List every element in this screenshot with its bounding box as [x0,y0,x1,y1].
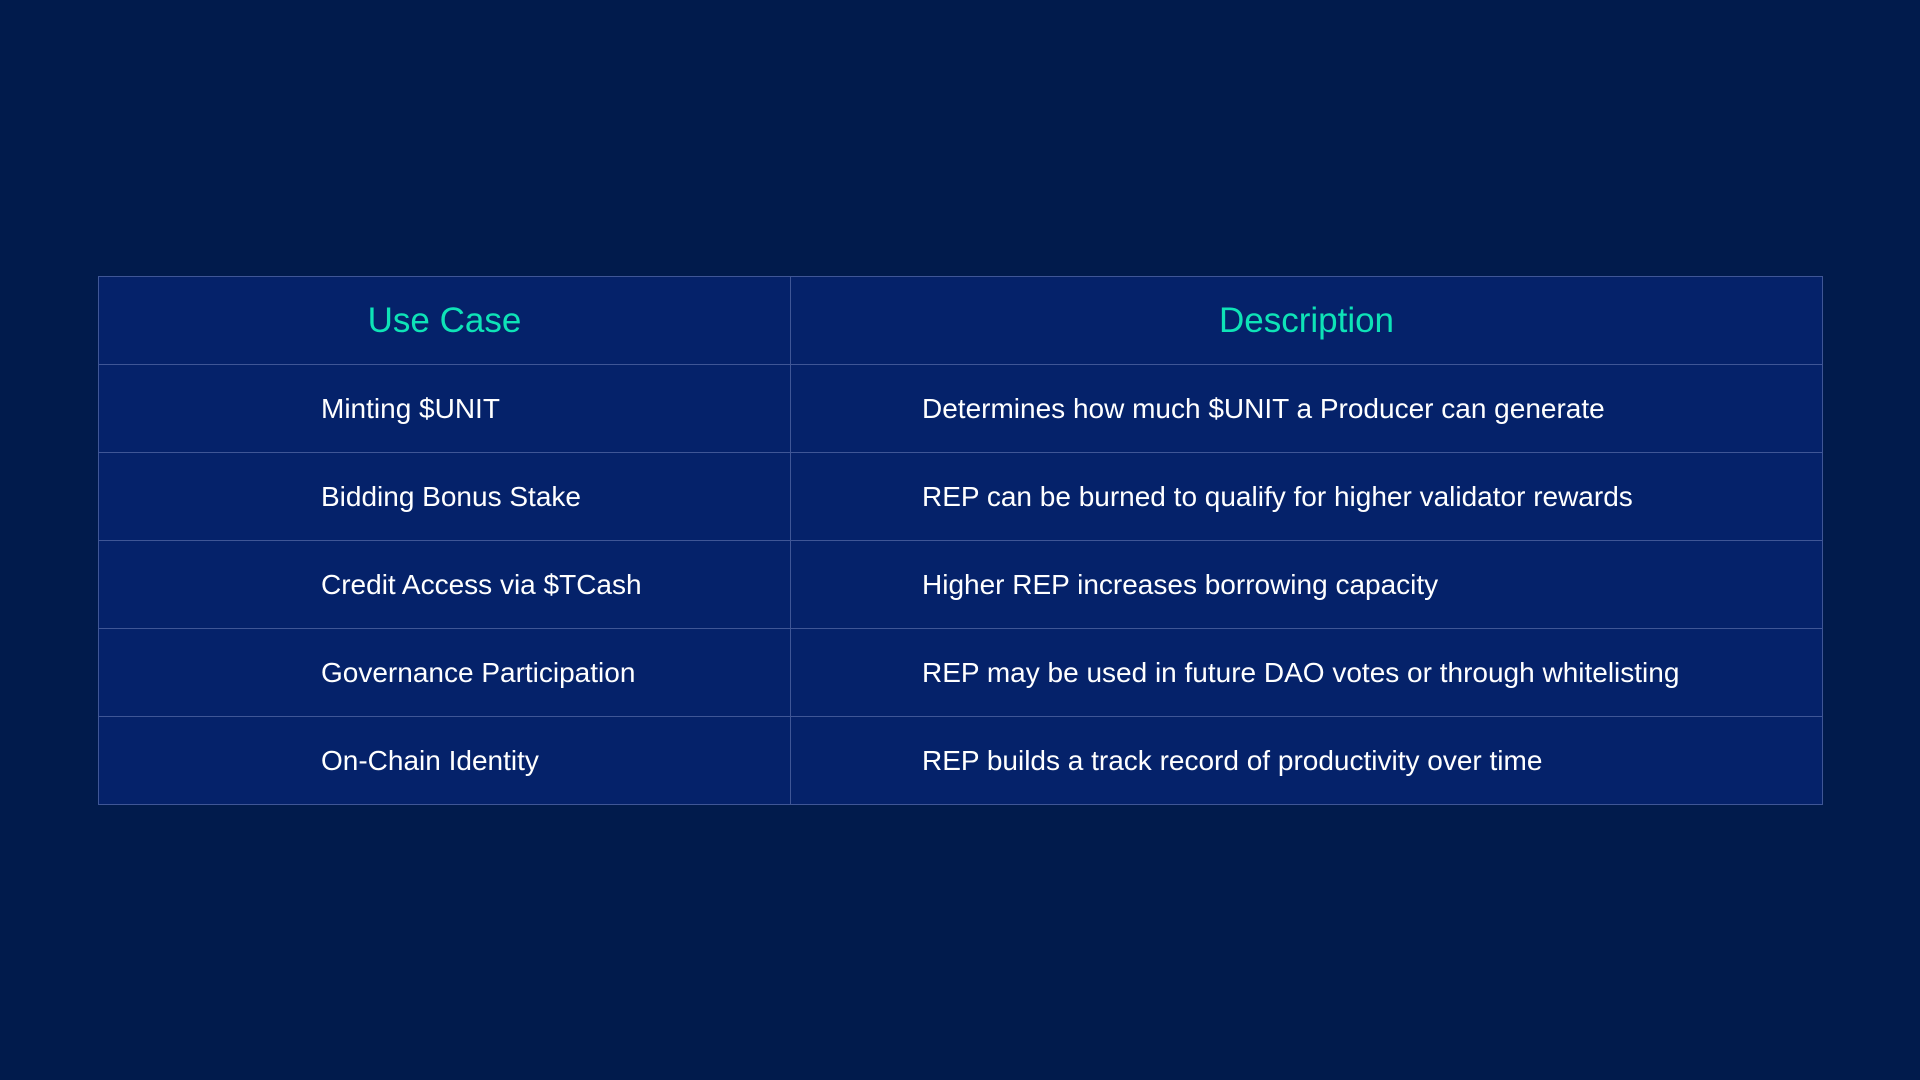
use-case-table: Use Case Description Minting $UNIT Deter… [98,276,1823,805]
use-case-cell: Credit Access via $TCash [98,540,791,629]
table-header-row: Use Case Description [98,276,1823,365]
description-cell: Determines how much $UNIT a Producer can… [790,364,1823,453]
description-cell: REP can be burned to qualify for higher … [790,452,1823,541]
use-case-cell: Bidding Bonus Stake [98,452,791,541]
table-row: On-Chain Identity REP builds a track rec… [98,716,1823,805]
column-header-description: Description [790,276,1823,365]
use-case-table-container: Use Case Description Minting $UNIT Deter… [98,276,1823,805]
use-case-cell: On-Chain Identity [98,716,791,805]
table-row: Governance Participation REP may be used… [98,628,1823,717]
description-cell: REP may be used in future DAO votes or t… [790,628,1823,717]
use-case-cell: Minting $UNIT [98,364,791,453]
table-row: Minting $UNIT Determines how much $UNIT … [98,364,1823,453]
description-cell: REP builds a track record of productivit… [790,716,1823,805]
table-row: Credit Access via $TCash Higher REP incr… [98,540,1823,629]
column-header-use-case: Use Case [98,276,791,365]
table-row: Bidding Bonus Stake REP can be burned to… [98,452,1823,541]
description-cell: Higher REP increases borrowing capacity [790,540,1823,629]
use-case-cell: Governance Participation [98,628,791,717]
